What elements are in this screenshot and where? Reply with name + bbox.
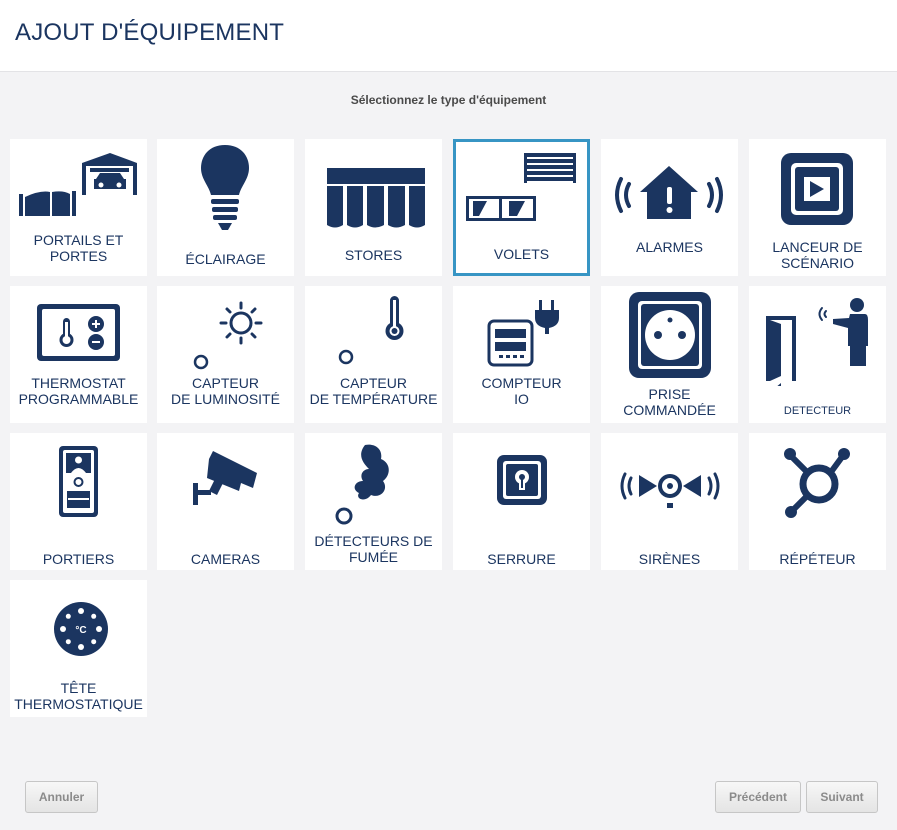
light-bulb-icon <box>201 145 249 230</box>
tile-tete-thermostatique[interactable]: °C TÊTE THERMOSTATIQUE <box>10 580 147 717</box>
intercom-icon <box>59 446 98 517</box>
door-detector-icon <box>766 298 868 386</box>
page-subtitle: Sélectionnez le type d'équipement <box>350 93 547 107</box>
siren-icon <box>620 472 720 508</box>
sun-sensor-icon <box>193 301 263 370</box>
camera-icon <box>193 451 257 505</box>
svg-text:°C: °C <box>75 625 86 636</box>
tile-capteur-temperature[interactable]: CAPTEUR DE TEMPÉRATURE <box>305 286 442 423</box>
tile-repeteur[interactable]: RÉPÉTEUR <box>749 433 886 570</box>
smoke-detector-icon <box>335 444 389 525</box>
next-button[interactable]: Suivant <box>806 781 878 813</box>
thermostatic-head-icon: °C <box>54 602 108 656</box>
play-scenario-icon <box>781 153 853 225</box>
tile-label: PRISE COMMANDÉE <box>623 386 716 418</box>
tile-eclairage[interactable]: ÉCLAIRAGE <box>157 139 294 276</box>
tile-label: ALARMES <box>636 239 703 255</box>
tile-label: TÊTE THERMOSTATIQUE <box>14 680 143 712</box>
tile-lanceur-de-scenario[interactable]: LANCEUR DE SCÉNARIO <box>749 139 886 276</box>
awning-icon <box>327 168 425 228</box>
tile-label: DÉTECTEURS DE FUMÉE <box>314 533 433 565</box>
tile-label: CAPTEUR DE TEMPÉRATURE <box>309 375 438 407</box>
tile-label: DETECTEUR <box>783 405 852 417</box>
tile-label: LANCEUR DE SCÉNARIO <box>772 239 863 271</box>
header: AJOUT D'ÉQUIPEMENT <box>0 0 897 72</box>
tile-thermostat-programmable[interactable]: THERMOSTAT PROGRAMMABLE <box>10 286 147 423</box>
repeater-icon <box>784 448 850 518</box>
tile-serrure[interactable]: SERRURE <box>453 433 590 570</box>
tile-prise-commandee[interactable]: PRISE COMMANDÉE <box>601 286 738 423</box>
tile-label: SIRÈNES <box>638 551 701 567</box>
tile-volets[interactable]: VOLETS <box>453 139 590 276</box>
alarm-house-icon <box>615 166 723 219</box>
tile-label: ÉCLAIRAGE <box>185 251 266 267</box>
previous-button[interactable]: Précédent <box>715 781 801 813</box>
tile-label: RÉPÉTEUR <box>779 551 856 567</box>
tile-capteur-luminosite[interactable]: CAPTEUR DE LUMINOSITÉ <box>157 286 294 423</box>
power-socket-icon <box>629 292 711 378</box>
tile-detecteurs-de-fumee[interactable]: DÉTECTEURS DE FUMÉE <box>305 433 442 570</box>
meter-plug-icon <box>487 300 559 367</box>
tile-cameras[interactable]: CAMERAS <box>157 433 294 570</box>
tile-sirenes[interactable]: SIRÈNES <box>601 433 738 570</box>
tile-label: STORES <box>344 247 403 263</box>
tile-portiers[interactable]: PORTIERS <box>10 433 147 570</box>
cancel-button[interactable]: Annuler <box>25 781 98 813</box>
tile-label: CAPTEUR DE LUMINOSITÉ <box>171 375 280 407</box>
tile-detecteur[interactable]: DETECTEUR <box>749 286 886 423</box>
tile-compteur-io[interactable]: COMPTEUR IO <box>453 286 590 423</box>
gate-garage-icon <box>19 153 137 216</box>
tile-label: THERMOSTAT PROGRAMMABLE <box>18 375 139 407</box>
lock-icon <box>497 455 547 505</box>
temperature-sensor-icon <box>338 296 404 365</box>
shutter-icon <box>466 153 576 221</box>
tile-label: SERRURE <box>487 551 556 567</box>
page-title: AJOUT D'ÉQUIPEMENT <box>15 19 285 46</box>
tile-alarmes[interactable]: ALARMES <box>601 139 738 276</box>
tile-label: CAMERAS <box>190 551 261 567</box>
tile-stores[interactable]: STORES <box>305 139 442 276</box>
tile-label: PORTAILS ET PORTES <box>33 232 124 264</box>
tile-label: COMPTEUR IO <box>481 375 562 407</box>
tile-label: VOLETS <box>493 246 550 262</box>
thermostat-icon <box>37 304 120 361</box>
tile-portails-et-portes[interactable]: PORTAILS ET PORTES <box>10 139 147 276</box>
tile-label: PORTIERS <box>42 551 115 567</box>
